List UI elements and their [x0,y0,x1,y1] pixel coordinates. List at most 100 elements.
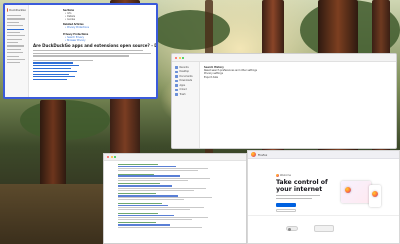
foliage [150,10,230,50]
result-snippet [118,218,192,220]
finder-window[interactable]: Recents Desktop Documents Downloads Apps… [171,53,397,149]
sidebar-item-active[interactable] [7,28,24,30]
finder-sidebar: Recents Desktop Documents Downloads Apps… [172,62,200,148]
search-result[interactable] [118,183,226,191]
firefox-window[interactable]: Firefox Welcome Take control of your int… [247,150,400,244]
search-result[interactable] [118,173,226,181]
search-results-list [118,163,226,241]
result-title[interactable] [118,194,178,197]
result-snippet [118,209,190,211]
help-sidebar: DuckDuckGo [5,5,29,97]
text-line [33,55,129,57]
result-snippet [118,169,198,172]
result-snippet [118,199,184,201]
zoom-window-button[interactable] [182,56,184,59]
welcome-kicker: Welcome [276,174,332,177]
minimize-window-button[interactable] [178,56,181,59]
firefox-logo-icon [345,187,351,193]
link-line[interactable] [33,70,77,72]
sidebar-logo[interactable]: DuckDuckGo [7,8,26,12]
result-title[interactable] [118,175,180,178]
sidebar-item-label: Trash [179,92,186,96]
download-icon [175,79,178,82]
result-title[interactable] [118,165,176,168]
document-icon [175,75,178,78]
sidebar-item[interactable] [7,31,20,34]
result-title[interactable] [118,185,172,187]
firefox-brand: Firefox [258,152,268,157]
duckduckgo-logo-icon [7,8,9,12]
welcome-illustration [341,179,387,211]
sidebar-item[interactable] [7,35,25,37]
firefox-logo-icon [372,191,378,197]
link-line[interactable] [33,79,67,81]
result-snippet [118,189,194,191]
search-results-window[interactable] [103,153,247,244]
sidebar-item[interactable] [7,55,19,57]
cloud-icon [175,88,178,91]
sidebar-item[interactable] [7,15,21,17]
sidebar-brand: DuckDuckGo [9,8,26,12]
result-title[interactable] [118,204,168,207]
desktop-icon [175,70,178,73]
welcome-heading: Take control of your internet [276,179,328,193]
description-link[interactable]: Browser Privacy [65,39,152,42]
sidebar-item[interactable] [7,21,19,23]
text-line [33,49,143,52]
toggle-switch[interactable] [286,226,298,231]
firefox-logo-icon [276,174,279,177]
text-line [33,59,93,61]
sidebar-item-label: Documents [179,74,193,78]
minimize-window-button[interactable] [110,156,113,158]
close-window-button[interactable] [107,156,109,158]
sidebar-item-label: Recents [179,65,189,69]
result-title[interactable] [118,214,174,217]
kicker-label: Welcome [280,174,291,177]
sidebar-item[interactable] [7,48,21,50]
link-line[interactable] [33,62,73,64]
search-result[interactable] [118,222,226,228]
welcome-subtext [276,195,320,197]
sidebar-item[interactable] [7,18,25,20]
welcome-hero: Welcome Take control of your internet [248,159,399,217]
clock-icon [175,66,178,69]
text-line [33,52,151,54]
link-line[interactable] [33,65,79,67]
result-snippet [118,226,202,228]
link-line[interactable] [33,73,69,75]
page-title: Are DuckDuckGo apps and extensions open … [33,42,158,48]
sidebar-item-label: Apps [179,83,186,87]
sidebar-item[interactable] [7,58,25,61]
link-line[interactable] [33,67,71,70]
search-result[interactable] [118,193,226,201]
sidebar-item-label: Downloads [179,79,193,83]
sidebar-item[interactable] [7,62,20,64]
pane-line[interactable]: Export data [204,76,392,79]
window-toolbar [172,54,396,62]
finder-main-pane: Search History Reset search preferences … [204,66,392,144]
secondary-button[interactable] [276,208,296,212]
welcome-text-block: Welcome Take control of your internet [276,174,332,212]
sidebar-item-label: iCloud [179,88,187,92]
sidebar-item[interactable] [7,42,18,44]
sidebar-item[interactable] [7,25,23,27]
close-window-button[interactable] [175,56,177,59]
search-result[interactable] [118,212,226,220]
search-result[interactable] [118,202,226,211]
firefox-logo-icon [251,152,256,157]
zoom-window-button[interactable] [114,156,116,158]
sidebar-item[interactable] [7,52,23,54]
window-toolbar [104,154,246,161]
link-line[interactable] [33,76,75,78]
sidebar-item-trash[interactable]: Trash [175,92,196,97]
firefox-toolbar: Firefox [248,151,399,159]
search-result[interactable] [118,163,226,172]
apps-icon [175,84,178,87]
result-snippet [118,179,188,181]
sidebar-item[interactable] [7,45,24,47]
help-page-window[interactable]: DuckDuckGo Sections Info Details Guides … [3,3,158,99]
result-title[interactable] [118,224,170,226]
sidebar-item[interactable] [7,38,22,40]
option-pill[interactable] [314,225,334,232]
primary-button[interactable] [276,203,296,208]
